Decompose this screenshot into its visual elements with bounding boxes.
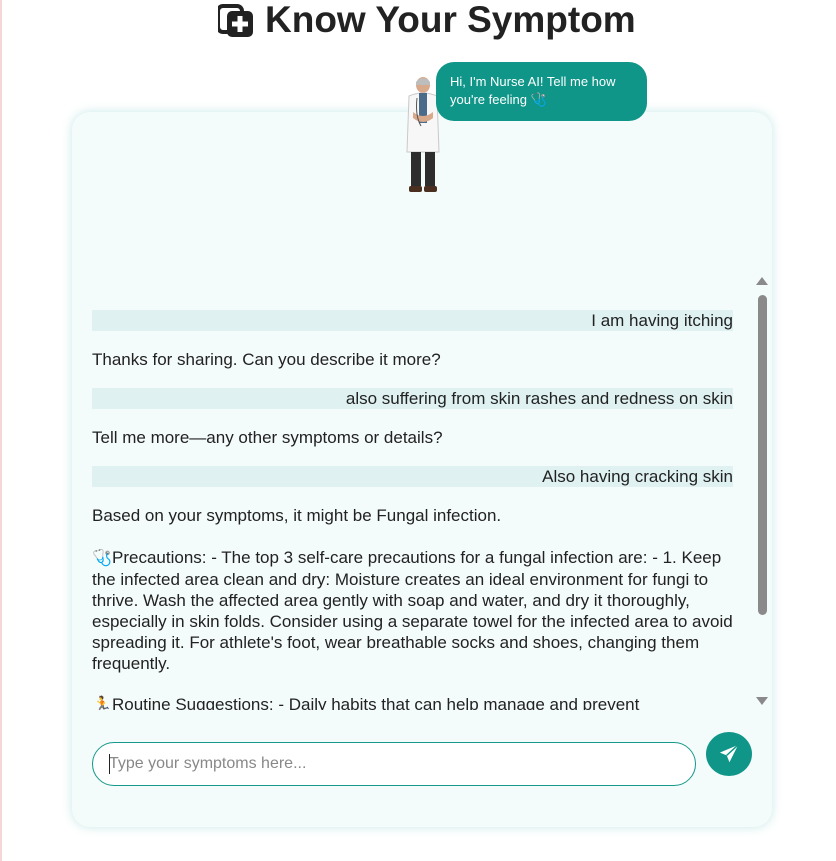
nurse-speech-bubble: Hi, I'm Nurse AI! Tell me how you're fee… bbox=[436, 62, 647, 121]
chat-messages[interactable]: I am having itching Thanks for sharing. … bbox=[92, 287, 733, 710]
user-message: I am having itching bbox=[92, 310, 733, 331]
page-title: Know Your Symptom bbox=[265, 0, 636, 40]
text-caret bbox=[109, 754, 110, 774]
bot-message: Based on your symptoms, it might be Fung… bbox=[92, 506, 502, 525]
bot-message: Thanks for sharing. Can you describe it … bbox=[92, 350, 441, 369]
page-left-border bbox=[0, 0, 2, 861]
running-person-icon: 🏃 bbox=[92, 697, 112, 710]
paper-plane-icon bbox=[719, 744, 739, 763]
routine-text: Routine Suggestions: - Daily habits that… bbox=[112, 695, 640, 710]
send-button[interactable] bbox=[706, 732, 752, 776]
scroll-up-arrow-icon[interactable] bbox=[756, 277, 768, 285]
chat-scrollbar[interactable] bbox=[754, 277, 770, 710]
bot-message: Tell me more—any other symptoms or detai… bbox=[92, 428, 443, 447]
stethoscope-icon: 🩺 bbox=[92, 550, 112, 567]
precautions-text: Precautions: - The top 3 self-care preca… bbox=[92, 548, 733, 673]
bot-message-precautions: 🩺Precautions: - The top 3 self-care prec… bbox=[92, 547, 733, 674]
user-message: Also having cracking skin bbox=[92, 466, 733, 487]
scroll-down-arrow-icon[interactable] bbox=[756, 697, 768, 705]
bot-message-routine: 🏃Routine Suggestions: - Daily habits tha… bbox=[92, 694, 733, 710]
page-header: Know Your Symptom bbox=[0, 0, 836, 44]
medical-plus-copy-icon bbox=[218, 4, 253, 37]
symptom-input[interactable] bbox=[92, 742, 696, 786]
user-message: also suffering from skin rashes and redn… bbox=[92, 388, 733, 409]
scrollbar-thumb[interactable] bbox=[758, 295, 767, 615]
